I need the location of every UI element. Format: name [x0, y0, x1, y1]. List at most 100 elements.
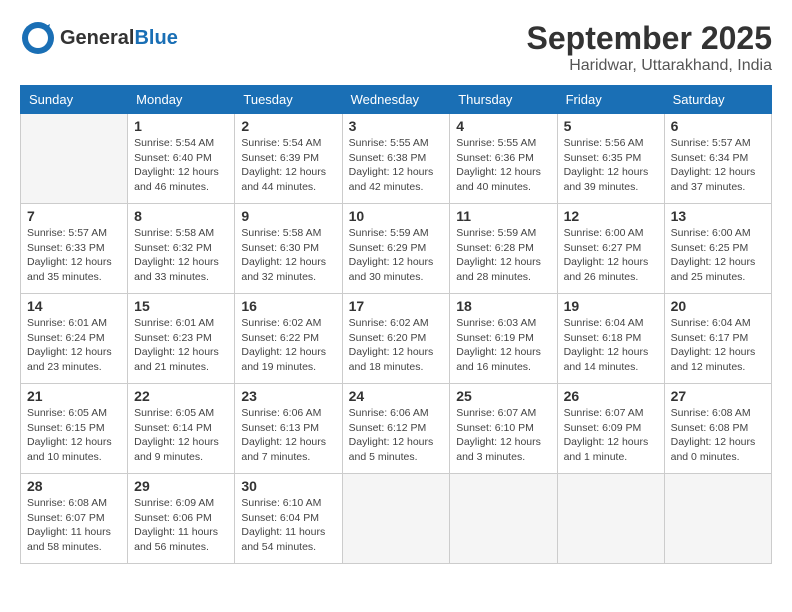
calendar-cell: 27 Sunrise: 6:08 AMSunset: 6:08 PMDayligh… [664, 384, 771, 474]
day-number: 20 [671, 298, 765, 314]
day-info: Sunrise: 6:06 AMSunset: 6:12 PMDaylight:… [349, 406, 444, 465]
day-number: 11 [456, 208, 550, 224]
calendar-cell [21, 114, 128, 204]
day-number: 8 [134, 208, 228, 224]
day-info: Sunrise: 6:04 AMSunset: 6:18 PMDaylight:… [564, 316, 658, 375]
day-number: 27 [671, 388, 765, 404]
calendar-cell: 30 Sunrise: 6:10 AMSunset: 6:04 PMDayligh… [235, 474, 342, 564]
day-info: Sunrise: 6:10 AMSunset: 6:04 PMDaylight:… [241, 496, 335, 555]
page-header: GeneralBlue September 2025 Haridwar, Utt… [20, 20, 772, 75]
day-info: Sunrise: 6:01 AMSunset: 6:23 PMDaylight:… [134, 316, 228, 375]
header-day-tuesday: Tuesday [235, 86, 342, 114]
day-info: Sunrise: 5:58 AMSunset: 6:32 PMDaylight:… [134, 226, 228, 285]
day-info: Sunrise: 5:55 AMSunset: 6:38 PMDaylight:… [349, 136, 444, 195]
calendar-cell: 29 Sunrise: 6:09 AMSunset: 6:06 PMDayligh… [128, 474, 235, 564]
day-number: 28 [27, 478, 121, 494]
calendar-cell: 20 Sunrise: 6:04 AMSunset: 6:17 PMDayligh… [664, 294, 771, 384]
day-info: Sunrise: 6:03 AMSunset: 6:19 PMDaylight:… [456, 316, 550, 375]
header-day-wednesday: Wednesday [342, 86, 450, 114]
location-subtitle: Haridwar, Uttarakhand, India [527, 57, 772, 75]
calendar-cell: 25Sunrise: 6:07 AMSunset: 6:10 PMDayligh… [450, 384, 557, 474]
calendar-cell: 8 Sunrise: 5:58 AMSunset: 6:32 PMDaylight… [128, 204, 235, 294]
logo-blue: Blue [134, 27, 177, 49]
calendar-header: SundayMondayTuesdayWednesdayThursdayFrid… [21, 86, 772, 114]
day-info: Sunrise: 6:06 AMSunset: 6:13 PMDaylight:… [241, 406, 335, 465]
day-number: 22 [134, 388, 228, 404]
day-number: 1 [134, 118, 228, 134]
day-number: 3 [349, 118, 444, 134]
day-info: Sunrise: 6:04 AMSunset: 6:17 PMDaylight:… [671, 316, 765, 375]
calendar-cell: 16 Sunrise: 6:02 AMSunset: 6:22 PMDayligh… [235, 294, 342, 384]
calendar-cell [342, 474, 450, 564]
week-row-5: 28 Sunrise: 6:08 AMSunset: 6:07 PMDayligh… [21, 474, 772, 564]
day-info: Sunrise: 5:56 AMSunset: 6:35 PMDaylight:… [564, 136, 658, 195]
calendar-cell [450, 474, 557, 564]
header-day-sunday: Sunday [21, 86, 128, 114]
calendar-cell: 10 Sunrise: 5:59 AMSunset: 6:29 PMDayligh… [342, 204, 450, 294]
calendar-table: SundayMondayTuesdayWednesdayThursdayFrid… [20, 85, 772, 564]
header-day-monday: Monday [128, 86, 235, 114]
day-number: 16 [241, 298, 335, 314]
day-info: Sunrise: 5:59 AMSunset: 6:28 PMDaylight:… [456, 226, 550, 285]
day-info: Sunrise: 6:09 AMSunset: 6:06 PMDaylight:… [134, 496, 228, 555]
day-info: Sunrise: 5:58 AMSunset: 6:30 PMDaylight:… [241, 226, 335, 285]
day-info: Sunrise: 6:07 AMSunset: 6:10 PMDaylight:… [456, 406, 550, 465]
day-info: Sunrise: 6:01 AMSunset: 6:24 PMDaylight:… [27, 316, 121, 375]
day-number: 7 [27, 208, 121, 224]
header-day-thursday: Thursday [450, 86, 557, 114]
day-number: 24 [349, 388, 444, 404]
day-number: 10 [349, 208, 444, 224]
week-row-3: 14Sunrise: 6:01 AMSunset: 6:24 PMDayligh… [21, 294, 772, 384]
calendar-cell: 26 Sunrise: 6:07 AMSunset: 6:09 PMDayligh… [557, 384, 664, 474]
day-number: 12 [564, 208, 658, 224]
calendar-cell: 17 Sunrise: 6:02 AMSunset: 6:20 PMDayligh… [342, 294, 450, 384]
header-day-saturday: Saturday [664, 86, 771, 114]
day-number: 13 [671, 208, 765, 224]
calendar-cell: 13Sunrise: 6:00 AMSunset: 6:25 PMDayligh… [664, 204, 771, 294]
day-number: 2 [241, 118, 335, 134]
logo-general: General [60, 27, 134, 49]
day-number: 17 [349, 298, 444, 314]
calendar-cell: 2 Sunrise: 5:54 AMSunset: 6:39 PMDaylight… [235, 114, 342, 204]
day-number: 21 [27, 388, 121, 404]
calendar-cell: 12 Sunrise: 6:00 AMSunset: 6:27 PMDayligh… [557, 204, 664, 294]
day-number: 15 [134, 298, 228, 314]
calendar-cell: 14Sunrise: 6:01 AMSunset: 6:24 PMDayligh… [21, 294, 128, 384]
calendar-cell: 5 Sunrise: 5:56 AMSunset: 6:35 PMDaylight… [557, 114, 664, 204]
calendar-body: 1Sunrise: 5:54 AMSunset: 6:40 PMDaylight… [21, 114, 772, 564]
day-info: Sunrise: 6:08 AMSunset: 6:07 PMDaylight:… [27, 496, 121, 555]
day-info: Sunrise: 5:59 AMSunset: 6:29 PMDaylight:… [349, 226, 444, 285]
day-number: 9 [241, 208, 335, 224]
day-number: 26 [564, 388, 658, 404]
day-number: 18 [456, 298, 550, 314]
title-block: September 2025 Haridwar, Uttarakhand, In… [527, 20, 772, 75]
day-info: Sunrise: 6:02 AMSunset: 6:20 PMDaylight:… [349, 316, 444, 375]
day-number: 30 [241, 478, 335, 494]
header-day-friday: Friday [557, 86, 664, 114]
calendar-cell: 7 Sunrise: 5:57 AMSunset: 6:33 PMDaylight… [21, 204, 128, 294]
calendar-cell: 21Sunrise: 6:05 AMSunset: 6:15 PMDayligh… [21, 384, 128, 474]
calendar-cell: 4 Sunrise: 5:55 AMSunset: 6:36 PMDaylight… [450, 114, 557, 204]
day-number: 5 [564, 118, 658, 134]
day-info: Sunrise: 6:00 AMSunset: 6:27 PMDaylight:… [564, 226, 658, 285]
day-number: 4 [456, 118, 550, 134]
logo-icon [20, 20, 56, 56]
day-info: Sunrise: 6:08 AMSunset: 6:08 PMDaylight:… [671, 406, 765, 465]
day-info: Sunrise: 5:54 AMSunset: 6:39 PMDaylight:… [241, 136, 335, 195]
week-row-4: 21Sunrise: 6:05 AMSunset: 6:15 PMDayligh… [21, 384, 772, 474]
calendar-cell: 24 Sunrise: 6:06 AMSunset: 6:12 PMDayligh… [342, 384, 450, 474]
calendar-cell: 6Sunrise: 5:57 AMSunset: 6:34 PMDaylight… [664, 114, 771, 204]
day-info: Sunrise: 6:02 AMSunset: 6:22 PMDaylight:… [241, 316, 335, 375]
month-title: September 2025 [527, 20, 772, 57]
day-info: Sunrise: 5:55 AMSunset: 6:36 PMDaylight:… [456, 136, 550, 195]
calendar-cell: 3 Sunrise: 5:55 AMSunset: 6:38 PMDaylight… [342, 114, 450, 204]
day-info: Sunrise: 6:07 AMSunset: 6:09 PMDaylight:… [564, 406, 658, 465]
day-number: 29 [134, 478, 228, 494]
calendar-cell: 19Sunrise: 6:04 AMSunset: 6:18 PMDayligh… [557, 294, 664, 384]
day-info: Sunrise: 6:05 AMSunset: 6:14 PMDaylight:… [134, 406, 228, 465]
day-info: Sunrise: 5:57 AMSunset: 6:34 PMDaylight:… [671, 136, 765, 195]
day-info: Sunrise: 5:57 AMSunset: 6:33 PMDaylight:… [27, 226, 121, 285]
calendar-cell: 11 Sunrise: 5:59 AMSunset: 6:28 PMDayligh… [450, 204, 557, 294]
logo: GeneralBlue [20, 20, 178, 56]
calendar-cell: 28 Sunrise: 6:08 AMSunset: 6:07 PMDayligh… [21, 474, 128, 564]
